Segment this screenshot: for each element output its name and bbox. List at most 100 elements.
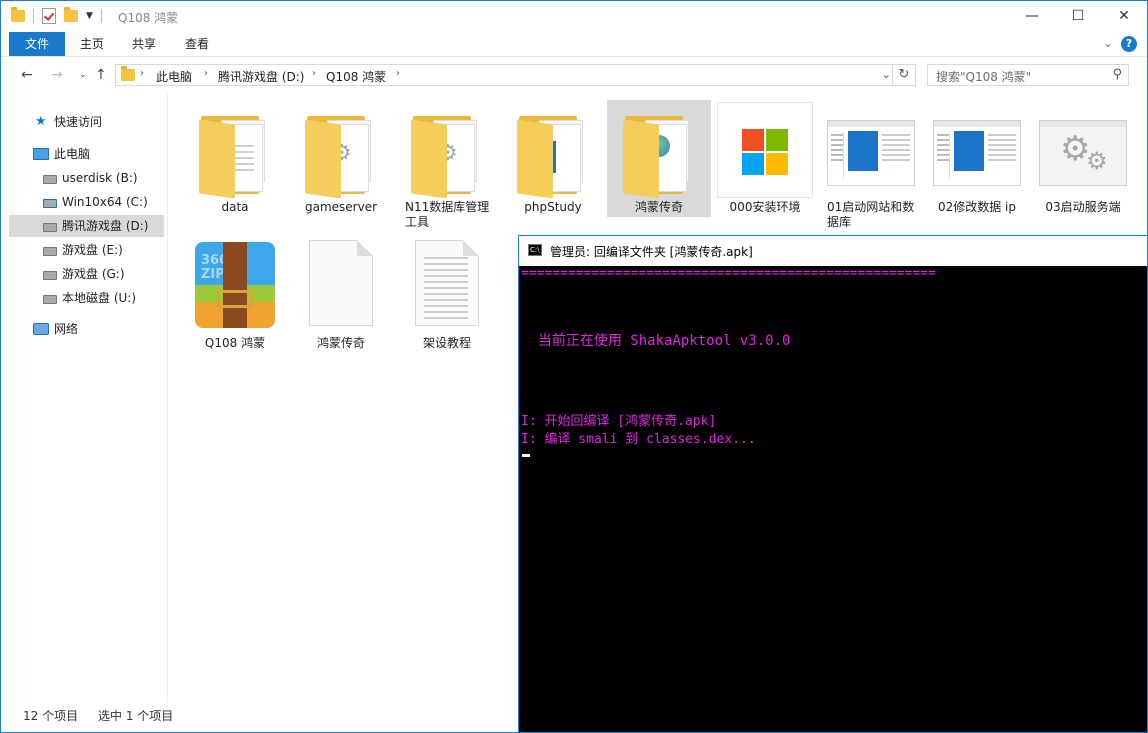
- console-line: I: 开始回编译 [鸿蒙传奇.apk]: [521, 414, 717, 429]
- console-title-bar[interactable]: C:\ 管理员: 回编译文件夹 [鸿蒙传奇.apk]: [519, 236, 1147, 266]
- nav-label: 此电脑: [54, 147, 91, 161]
- nav-drive-e[interactable]: 游戏盘 (E:): [9, 239, 164, 261]
- properties-icon[interactable]: [42, 8, 56, 24]
- nav-drive-d[interactable]: 腾讯游戏盘 (D:): [9, 215, 164, 237]
- windows-logo-icon: [717, 102, 813, 198]
- nav-drive-b[interactable]: userdisk (B:): [9, 167, 164, 189]
- breadcrumb-this-pc[interactable]: 此电脑: [156, 68, 192, 85]
- file-item-label: data: [221, 200, 249, 214]
- shortcut-window-icon: [929, 102, 1025, 198]
- nav-label: Win10x64 (C:): [62, 195, 148, 209]
- text-cursor: [522, 454, 530, 457]
- customize-toolbar-chevron-icon[interactable]: ▼: [86, 11, 93, 21]
- folder-icon: [121, 66, 135, 81]
- breadcrumb-separator-icon[interactable]: ›: [204, 68, 208, 79]
- nav-drive-u[interactable]: 本地磁盘 (U:): [9, 287, 164, 309]
- nav-this-pc[interactable]: 此电脑: [9, 143, 164, 165]
- maximize-button[interactable]: ☐: [1055, 1, 1101, 31]
- breadcrumb-drive-d[interactable]: 腾讯游戏盘 (D:): [218, 68, 304, 85]
- file-item[interactable]: ⚙ ⚙ 03启动服务端: [1031, 100, 1135, 215]
- folder-icon: [611, 102, 707, 199]
- selected-count: 选中 1 个项目: [98, 709, 174, 723]
- drive-icon: [43, 223, 57, 232]
- search-box[interactable]: 搜索"Q108 鸿蒙" ⚲: [927, 64, 1129, 86]
- tab-home[interactable]: 主页: [67, 32, 117, 56]
- quick-access-toolbar: ▼: [11, 7, 102, 24]
- file-item-label: phpStudy: [524, 200, 582, 214]
- file-item-label: 01启动网站和数据库: [827, 200, 915, 229]
- window-title: Q108 鸿蒙: [118, 11, 179, 25]
- window-controls: — ☐ ✕: [1009, 1, 1147, 31]
- text-file-icon: [399, 238, 495, 334]
- folder-icon: [505, 102, 601, 199]
- nav-drive-g[interactable]: 游戏盘 (G:): [9, 263, 164, 285]
- address-row: ← → ⌄ ↑ › 此电脑 › 腾讯游戏盘 (D:) › Q108 鸿蒙 › ⌄…: [1, 57, 1147, 93]
- console-output[interactable]: ========================================…: [521, 266, 1147, 732]
- file-item[interactable]: phpStudy: [501, 100, 605, 215]
- breadcrumb-separator-icon[interactable]: ›: [396, 68, 400, 79]
- nav-label: 游戏盘 (G:): [62, 267, 125, 281]
- tab-share[interactable]: 共享: [119, 32, 169, 56]
- recent-locations-chevron-icon[interactable]: ⌄: [79, 70, 87, 80]
- file-item-selected[interactable]: 鸿蒙传奇: [607, 100, 711, 217]
- address-bar[interactable]: › 此电脑 › 腾讯游戏盘 (D:) › Q108 鸿蒙 › ⌄ ↻: [115, 64, 916, 86]
- file-item[interactable]: 01启动网站和数据库: [819, 100, 923, 230]
- help-icon[interactable]: ?: [1121, 36, 1137, 52]
- blank-file-icon: [293, 238, 389, 334]
- toolbar-separator: [100, 9, 102, 23]
- drive-icon: [43, 271, 57, 280]
- folder-icon: ⚙: [399, 102, 495, 199]
- zip-archive-icon: 360 ZIP: [187, 238, 283, 334]
- close-button[interactable]: ✕: [1101, 1, 1147, 31]
- console-line: 当前正在使用 ShakaApktool v3.0.0: [521, 333, 791, 349]
- folder-icon: ⚙: [293, 102, 389, 199]
- file-item[interactable]: 02修改数据 ip: [925, 100, 1029, 215]
- address-dropdown-chevron-icon[interactable]: ⌄: [882, 68, 891, 81]
- file-item[interactable]: 架设教程: [395, 236, 499, 351]
- tab-file[interactable]: 文件: [9, 32, 65, 56]
- ribbon-tabs: 文件 主页 共享 查看 ⌄ ?: [1, 32, 1147, 57]
- file-item[interactable]: ⚙ N11数据库管理工具: [395, 100, 499, 230]
- minimize-button[interactable]: —: [1009, 1, 1055, 31]
- nav-drive-c[interactable]: Win10x64 (C:): [9, 191, 164, 213]
- windows-drive-icon: [43, 199, 57, 208]
- breadcrumb-separator-icon[interactable]: ›: [312, 68, 316, 79]
- nav-network[interactable]: 网络: [9, 318, 164, 340]
- file-item[interactable]: 000安装环境: [713, 100, 817, 215]
- forward-arrow-icon[interactable]: →: [51, 67, 63, 83]
- title-bar: ▼ Q108 鸿蒙 — ☐ ✕: [1, 1, 1147, 32]
- tab-view[interactable]: 查看: [171, 32, 223, 56]
- nav-quick-access[interactable]: ★ 快速访问: [9, 111, 164, 133]
- nav-label: 快速访问: [54, 115, 103, 129]
- up-arrow-icon[interactable]: ↑: [95, 67, 107, 83]
- console-window[interactable]: C:\ 管理员: 回编译文件夹 [鸿蒙传奇.apk] =============…: [518, 235, 1148, 733]
- item-count: 12 个项目: [23, 709, 79, 723]
- file-item-label: 鸿蒙传奇: [316, 336, 365, 350]
- refresh-icon[interactable]: ↻: [892, 65, 915, 85]
- file-item[interactable]: data: [183, 100, 287, 215]
- network-icon: [33, 323, 49, 335]
- console-line: I: 编译 smali 到 classes.dex...: [521, 432, 756, 447]
- file-item[interactable]: ⚙ gameserver: [289, 100, 393, 215]
- back-arrow-icon[interactable]: ←: [21, 67, 33, 83]
- navigation-pane: ★ 快速访问 此电脑 userdisk (B:) Win10x64 (C:) 腾…: [1, 99, 167, 699]
- star-icon: ★: [35, 114, 47, 129]
- computer-icon: [33, 148, 49, 160]
- gear-window-icon: ⚙ ⚙: [1035, 102, 1131, 198]
- search-icon[interactable]: ⚲: [1112, 67, 1122, 82]
- pane-divider[interactable]: [167, 93, 168, 703]
- search-input[interactable]: 搜索"Q108 鸿蒙": [936, 68, 1031, 85]
- console-title: 管理员: 回编译文件夹 [鸿蒙传奇.apk]: [550, 245, 753, 259]
- expand-ribbon-chevron-icon[interactable]: ⌄: [1103, 36, 1113, 50]
- breadcrumb-current-folder[interactable]: Q108 鸿蒙: [326, 68, 386, 85]
- file-item[interactable]: 360 ZIP Q108 鸿蒙: [183, 236, 287, 351]
- file-item-label: N11数据库管理工具: [405, 200, 490, 229]
- console-line: ========================================…: [521, 266, 936, 281]
- file-item-label: 02修改数据 ip: [937, 200, 1017, 214]
- folder-icon: [187, 102, 283, 199]
- nav-label: 本地磁盘 (U:): [62, 291, 137, 305]
- file-item[interactable]: 鸿蒙传奇: [289, 236, 393, 351]
- new-folder-icon[interactable]: [64, 7, 78, 22]
- breadcrumb-separator-icon[interactable]: ›: [140, 68, 144, 79]
- file-item-label: Q108 鸿蒙: [204, 336, 266, 350]
